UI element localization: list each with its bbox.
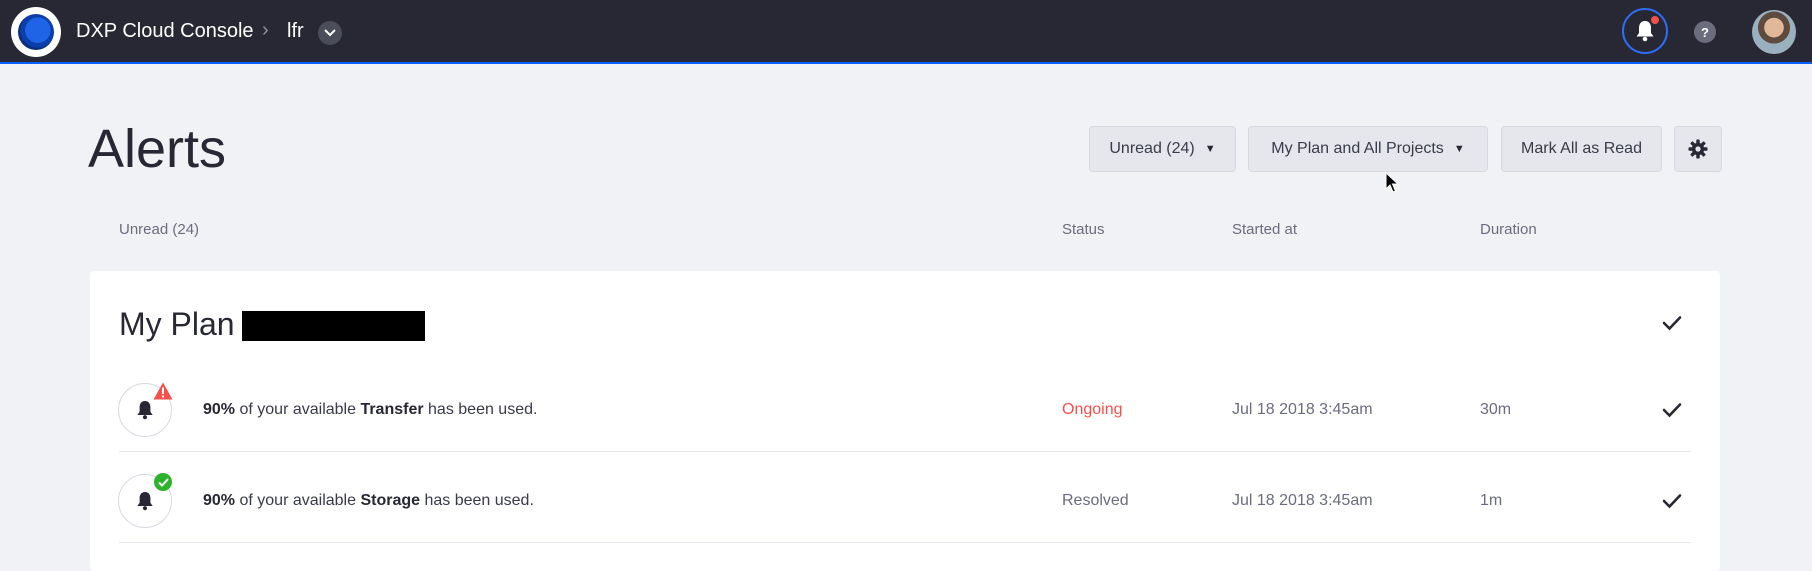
alert-message[interactable]: 90% of your available Transfer has been … [203, 401, 537, 419]
group-title: My Plan [119, 306, 235, 342]
unread-filter-dropdown[interactable]: Unread (24) ▼ [1089, 126, 1236, 172]
dxp-logo-icon[interactable] [11, 7, 61, 57]
unread-filter-label: Unread (24) [1109, 140, 1195, 157]
project-name[interactable]: lfr [287, 20, 304, 43]
mark-read-check-icon[interactable] [1659, 397, 1685, 423]
alert-status: Resolved [1062, 492, 1129, 509]
top-navigation-bar: DXP Cloud Console › lfr ? [0, 0, 1812, 64]
project-dropdown-chevron-down-icon[interactable] [318, 21, 342, 45]
column-header-status: Status [1062, 221, 1105, 238]
column-header-started-at: Started at [1232, 221, 1298, 238]
page-title: Alerts [88, 119, 227, 179]
scope-filter-dropdown[interactable]: My Plan and All Projects ▼ [1248, 126, 1488, 172]
row-divider [119, 451, 1691, 452]
unread-indicator-dot [1651, 16, 1659, 24]
row-divider [119, 542, 1691, 543]
alert-duration: 1m [1480, 492, 1503, 509]
alert-status: Ongoing [1062, 401, 1123, 418]
check-circle-icon [154, 473, 172, 491]
alert-duration: 30m [1480, 401, 1512, 418]
caret-down-icon: ▼ [1204, 143, 1216, 155]
settings-button[interactable] [1674, 126, 1722, 172]
app-title[interactable]: DXP Cloud Console [76, 20, 254, 43]
redacted-text [242, 311, 425, 341]
alert-message[interactable]: 90% of your available Storage has been u… [203, 492, 534, 510]
mouse-cursor-icon [1385, 172, 1399, 193]
help-icon[interactable]: ? [1694, 21, 1716, 43]
user-avatar[interactable] [1752, 10, 1796, 54]
gear-icon [1688, 139, 1708, 159]
alert-started-at: Jul 18 2018 3:45am [1232, 492, 1373, 509]
scope-filter-label: My Plan and All Projects [1271, 140, 1444, 157]
notifications-bell-button[interactable] [1622, 8, 1668, 54]
warning-icon [153, 382, 173, 400]
mark-group-read-check-icon[interactable] [1659, 310, 1685, 336]
mark-all-as-read-button[interactable]: Mark All as Read [1501, 126, 1662, 172]
mark-all-as-read-label: Mark All as Read [1521, 140, 1642, 157]
column-header-name: Unread (24) [119, 221, 200, 238]
breadcrumb-separator-icon: › [262, 19, 269, 41]
alert-started-at: Jul 18 2018 3:45am [1232, 401, 1373, 418]
column-header-duration: Duration [1480, 221, 1537, 238]
mark-read-check-icon[interactable] [1659, 488, 1685, 514]
caret-down-icon: ▼ [1453, 143, 1465, 155]
